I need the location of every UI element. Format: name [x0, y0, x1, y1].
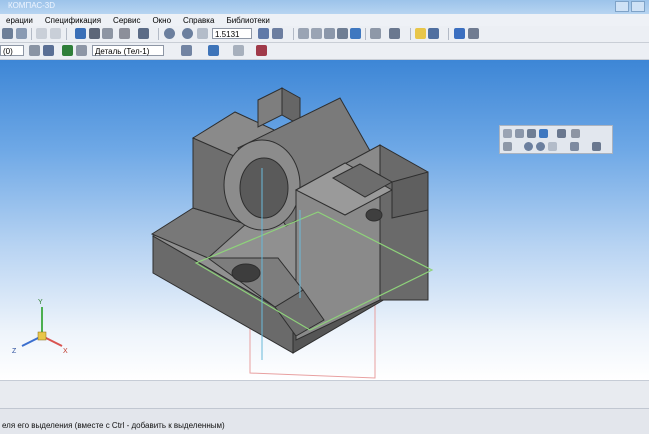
function-icon[interactable] [102, 28, 113, 39]
menu-service[interactable]: Сервис [107, 16, 146, 25]
tree-icon[interactable] [89, 28, 100, 39]
undo-icon[interactable] [36, 28, 47, 39]
shaded-edges-icon[interactable] [350, 28, 361, 39]
property-panel [0, 380, 649, 409]
line-style-icon[interactable] [233, 45, 244, 56]
zoom-dynamic-icon[interactable] [182, 28, 193, 39]
help-cursor-icon[interactable] [138, 28, 149, 39]
layer-icon[interactable] [29, 45, 40, 56]
grid-icon[interactable] [62, 45, 73, 56]
coordinate-system-icon[interactable] [43, 45, 54, 56]
shaded-icon[interactable] [527, 129, 536, 138]
zoom-out-icon[interactable] [536, 142, 545, 151]
menu-specification[interactable]: Спецификация [39, 16, 107, 25]
model-view-svg: Y X Z [12, 87, 434, 379]
window-controls [615, 1, 645, 12]
model-viewport[interactable]: Y X Z [0, 60, 649, 380]
display-axes-icon[interactable] [570, 142, 579, 151]
display-icon[interactable] [389, 28, 400, 39]
axes-icon[interactable] [370, 28, 381, 39]
color-icon[interactable] [208, 45, 219, 56]
rotate-icon[interactable] [258, 28, 269, 39]
axis-label-z: Z [12, 348, 17, 355]
hidden-thin-icon[interactable] [324, 28, 335, 39]
zoom-fit-icon[interactable] [548, 142, 557, 151]
object-selector[interactable]: Деталь (Тел-1) [92, 45, 164, 56]
window-title: КОМПАС-3D [8, 1, 56, 10]
toolbar-separator [293, 28, 294, 40]
toolbar-separator [410, 28, 411, 40]
shaded-edges-icon[interactable] [539, 129, 548, 138]
wireframe-icon[interactable] [503, 129, 512, 138]
open-icon[interactable] [2, 28, 13, 39]
menu-window[interactable]: Окно [146, 16, 177, 25]
zoom-icon[interactable] [524, 142, 533, 151]
hidden-lines-icon[interactable] [311, 28, 322, 39]
shaded-icon[interactable] [337, 28, 348, 39]
snap-icon[interactable] [181, 45, 192, 56]
menu-bar: ерации Спецификация Сервис Окно Справка … [0, 14, 649, 26]
variables-icon[interactable] [119, 28, 130, 39]
settings-icon[interactable] [468, 28, 479, 39]
display-mode-icon[interactable] [592, 142, 601, 151]
library-icon[interactable] [454, 28, 465, 39]
text-style-icon[interactable] [256, 45, 267, 56]
orientation-icon[interactable] [503, 142, 512, 151]
part-body [150, 87, 429, 354]
current-state-toolbar: (0) Деталь (Тел-1) [0, 43, 649, 60]
floating-view-toolbar [499, 125, 613, 154]
axis-label-y: Y [38, 299, 43, 306]
orientation-icon[interactable] [272, 28, 283, 39]
toolbar-separator [31, 28, 32, 40]
perspective-icon[interactable] [557, 129, 566, 138]
manager-icon[interactable] [75, 28, 86, 39]
zoom-window-icon[interactable] [164, 28, 175, 39]
layer-field[interactable]: (0) [0, 45, 24, 56]
standard-toolbar: 1.5131 [0, 26, 649, 43]
zoom-fit-icon[interactable] [197, 28, 208, 39]
status-bar: еля его выделения (вместе с Ctrl - добав… [0, 408, 649, 434]
redo-icon[interactable] [50, 28, 61, 39]
section-view-icon[interactable] [571, 129, 580, 138]
properties-icon[interactable] [76, 45, 87, 56]
save-icon[interactable] [16, 28, 27, 39]
folder-icon[interactable] [415, 28, 426, 39]
toolbar-separator [158, 28, 159, 40]
menu-help[interactable]: Справка [177, 16, 220, 25]
minimize-button[interactable] [615, 1, 629, 12]
wireframe-icon[interactable] [298, 28, 309, 39]
status-hint: еля его выделения (вместе с Ctrl - добав… [2, 421, 225, 430]
menu-operations[interactable]: ерации [0, 16, 39, 25]
hidden-lines-icon[interactable] [515, 129, 524, 138]
toolbar-separator [365, 28, 366, 40]
menu-libraries[interactable]: Библиотеки [220, 16, 275, 25]
axis-label-x: X [63, 348, 68, 355]
toolbar-separator [66, 28, 67, 40]
maximize-button[interactable] [631, 1, 645, 12]
toolbar-separator [448, 28, 449, 40]
axis-triad: Y X Z [12, 299, 68, 355]
section-icon[interactable] [428, 28, 439, 39]
zoom-scale-field[interactable]: 1.5131 [212, 28, 252, 39]
title-bar: КОМПАС-3D [0, 0, 649, 14]
